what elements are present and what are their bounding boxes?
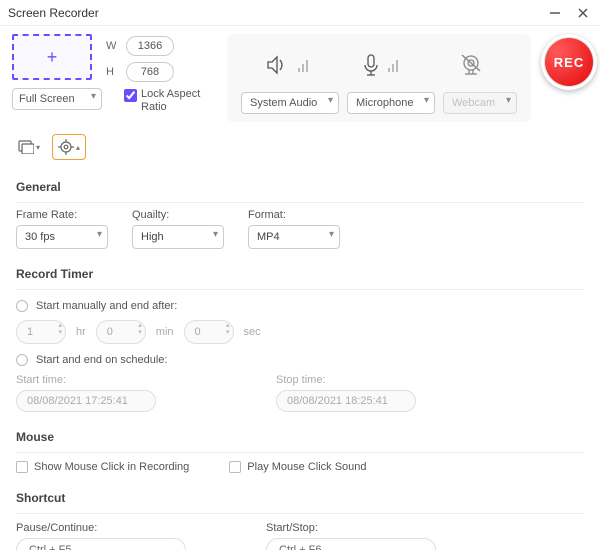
schedule-label: Start and end on schedule: [36, 354, 167, 366]
show-mouse-click-option[interactable]: Show Mouse Click in Recording [16, 461, 189, 473]
divider [16, 202, 584, 203]
snapshot-tool-button[interactable]: ▾ [12, 134, 46, 160]
webcam-disabled-icon [441, 53, 501, 77]
speaker-icon [257, 54, 317, 76]
divider [16, 289, 584, 290]
chevron-down-icon: ▾ [36, 143, 40, 152]
play-click-sound-checkbox[interactable] [229, 461, 241, 473]
start-time-input[interactable] [16, 390, 156, 412]
startstop-shortcut-label: Start/Stop: [266, 522, 436, 534]
schedule-radio[interactable] [16, 354, 28, 366]
startstop-shortcut-input[interactable] [266, 538, 436, 550]
record-label: REC [554, 55, 584, 70]
capture-area-selector[interactable]: + [12, 34, 92, 80]
section-general: General [16, 180, 584, 194]
webcam-select: Webcam [443, 92, 517, 114]
section-timer: Record Timer [16, 267, 584, 281]
microphone-icon [349, 53, 409, 77]
frame-rate-label: Frame Rate: [16, 209, 108, 221]
settings-panel: General Frame Rate: 30 fps Quailty: High… [0, 170, 600, 550]
pause-shortcut-label: Pause/Continue: [16, 522, 186, 534]
capture-row: + W H Full Screen Lock As [0, 26, 600, 128]
play-click-sound-option[interactable]: Play Mouse Click Sound [229, 461, 366, 473]
stop-time-label: Stop time: [276, 374, 416, 386]
start-time-label: Start time: [16, 374, 156, 386]
height-label: H [106, 66, 120, 78]
divider [16, 513, 584, 514]
show-mouse-click-checkbox[interactable] [16, 461, 28, 473]
stop-time-input[interactable] [276, 390, 416, 412]
hr-unit: hr [76, 326, 86, 338]
format-label: Format: [248, 209, 340, 221]
pause-shortcut-input[interactable] [16, 538, 186, 550]
section-shortcut: Shortcut [16, 491, 584, 505]
format-select[interactable]: MP4 [248, 225, 340, 249]
settings-tool-button[interactable]: ▴ [52, 134, 86, 160]
device-panel: System Audio Microphone Webcam [227, 34, 531, 122]
plus-icon: + [47, 47, 58, 68]
lock-aspect-label: Lock Aspect Ratio [141, 88, 213, 114]
sec-unit: sec [244, 326, 261, 338]
manual-end-radio[interactable] [16, 300, 28, 312]
window-title: Screen Recorder [8, 6, 99, 20]
microphone-select[interactable]: Microphone [347, 92, 435, 114]
width-label: W [106, 40, 120, 52]
toolbar: ▾ ▴ [0, 128, 600, 170]
height-input[interactable] [126, 62, 174, 82]
close-button[interactable] [574, 4, 592, 22]
minimize-button[interactable] [546, 4, 564, 22]
window-controls [546, 4, 592, 22]
frame-rate-select[interactable]: 30 fps [16, 225, 108, 249]
quality-label: Quailty: [132, 209, 224, 221]
width-input[interactable] [126, 36, 174, 56]
lock-aspect-ratio[interactable]: Lock Aspect Ratio [124, 88, 213, 114]
capture-mode-select[interactable]: Full Screen [12, 88, 102, 110]
dimensions: W H [106, 36, 174, 82]
chevron-up-icon: ▴ [76, 143, 80, 152]
manual-end-label: Start manually and end after: [36, 300, 177, 312]
system-audio-select[interactable]: System Audio [241, 92, 339, 114]
lock-aspect-checkbox[interactable] [124, 89, 137, 102]
min-unit: min [156, 326, 174, 338]
section-mouse: Mouse [16, 430, 584, 444]
quality-select[interactable]: High [132, 225, 224, 249]
divider [16, 452, 584, 453]
title-bar: Screen Recorder [0, 0, 600, 26]
record-button[interactable]: REC [541, 34, 597, 90]
